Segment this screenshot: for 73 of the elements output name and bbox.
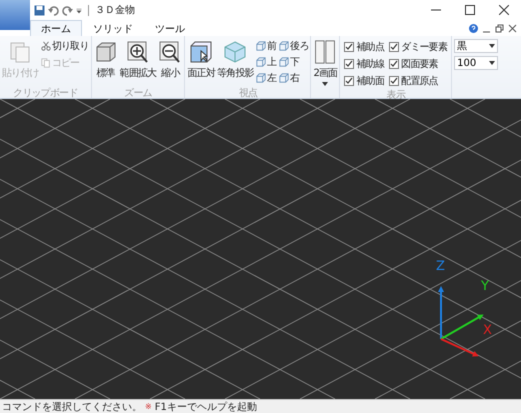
group-label: 表示: [386, 88, 406, 100]
dropdown[interactable]: 黒: [454, 39, 498, 53]
ribbon-tab[interactable]: ソリッド: [82, 20, 144, 36]
view-button[interactable]: 下: [278, 54, 310, 70]
cube-outline-icon: [256, 57, 266, 67]
ribbon-button[interactable]: 切り取り: [40, 38, 90, 54]
ribbon-button[interactable]: 等角投影: [216, 38, 255, 82]
status-hint: F1キーでヘルプを起動: [154, 400, 257, 413]
checkbox-label[interactable]: ダミー要素: [401, 40, 448, 54]
checkbox-label[interactable]: 補助面: [356, 74, 384, 88]
checkbox[interactable]: [344, 76, 354, 86]
caret-icon: [489, 44, 496, 48]
cube-outline-icon: [279, 57, 290, 67]
ribbon-button[interactable]: 面正対: [186, 38, 216, 82]
close-icon: [499, 5, 509, 15]
checkbox-label[interactable]: 配置原点: [401, 74, 438, 88]
cube-outline-icon: [256, 73, 266, 83]
clipboard-icon: [8, 40, 32, 64]
help-icon[interactable]: [469, 24, 478, 32]
axis-label: X: [483, 323, 492, 338]
ribbon-button[interactable]: 範囲拡大: [118, 38, 158, 82]
note-mark: ※: [145, 402, 152, 411]
group-label: クリップボード: [12, 86, 79, 98]
maximize-icon: [465, 5, 475, 15]
checkbox[interactable]: [389, 42, 400, 52]
checkbox-label[interactable]: 図面要素: [401, 57, 438, 71]
axis-label: Y: [481, 279, 489, 294]
group-label: 視点: [238, 86, 258, 98]
redo-icon[interactable]: [62, 4, 73, 16]
close-icon[interactable]: [508, 24, 517, 32]
copy-icon: [40, 58, 51, 68]
checkbox-label[interactable]: 補助線: [356, 57, 384, 71]
ribbon-button[interactable]: 2画面: [312, 38, 338, 88]
cube-outline-icon: [279, 73, 290, 83]
checkmark-icon: [390, 60, 398, 68]
view-button[interactable]: 右: [278, 70, 310, 86]
scissors-icon: [40, 41, 51, 51]
view-button[interactable]: 後ろ: [278, 38, 310, 54]
undo-icon[interactable]: [48, 4, 59, 16]
checkbox-label[interactable]: 補助点: [356, 40, 384, 54]
ribbon-button[interactable]: 縮小: [157, 38, 184, 82]
checkbox[interactable]: [344, 59, 354, 69]
checkmark-icon: [345, 60, 354, 68]
group-label: ズーム: [123, 87, 153, 98]
checkbox[interactable]: [389, 76, 400, 86]
checkmark-icon: [390, 43, 398, 51]
view-button[interactable]: 上: [254, 54, 278, 70]
caret-icon: [489, 61, 496, 65]
split-panes-icon: [313, 40, 338, 64]
cube-cursor-icon: [189, 40, 214, 64]
ribbon-button[interactable]: 標準: [92, 38, 119, 82]
ribbon-tab[interactable]: ツール: [144, 20, 196, 36]
cube-icon: [223, 40, 248, 64]
status-message: コマンドを選択してください。: [2, 400, 142, 413]
restore-icon[interactable]: [495, 24, 504, 32]
cube-outline-icon: [256, 41, 266, 51]
checkbox[interactable]: [344, 42, 354, 52]
checkmark-icon: [345, 43, 354, 51]
checkbox[interactable]: [389, 59, 400, 69]
ribbon-tab[interactable]: ホーム: [30, 20, 82, 37]
window-title: ３Ｄ金物: [95, 4, 135, 17]
view-button[interactable]: 左: [254, 70, 278, 86]
caret-icon: [322, 82, 328, 86]
cube-icon: [94, 40, 118, 64]
cube-outline-icon: [279, 41, 290, 51]
save-icon[interactable]: [34, 4, 45, 16]
checkmark-icon: [390, 77, 398, 85]
checkmark-icon: [345, 77, 354, 85]
zoom-out-icon: [158, 40, 182, 64]
zoom-in-icon: [126, 40, 150, 64]
dropdown[interactable]: 100: [454, 56, 498, 70]
axis-label: Z: [436, 259, 445, 274]
view-button[interactable]: 前: [254, 38, 278, 54]
